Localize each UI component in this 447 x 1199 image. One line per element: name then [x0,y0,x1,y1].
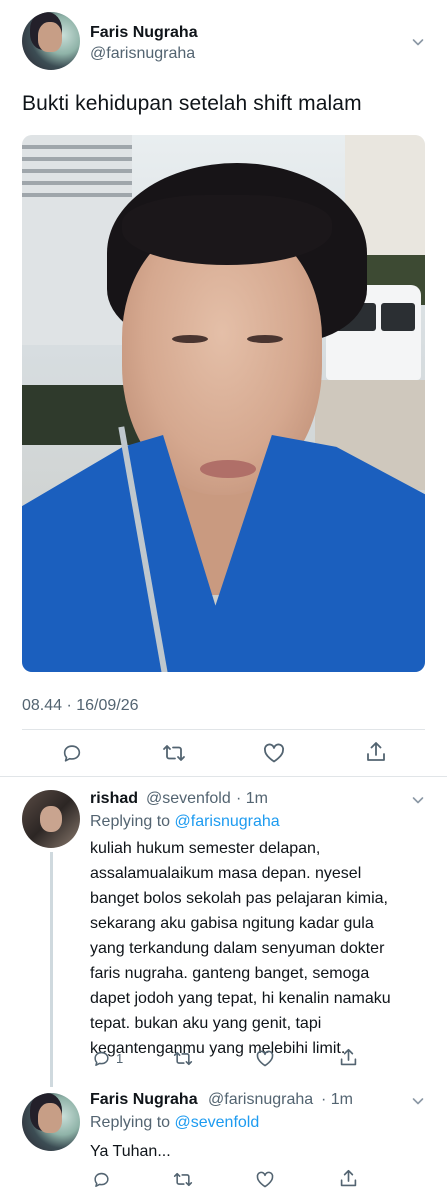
author-handle[interactable]: @farisnugraha [90,45,195,63]
share-button[interactable] [365,740,387,764]
reply-text-line: assalamualaikum masa depan. nyesel [90,865,362,882]
divider [22,729,425,730]
share-icon [340,1048,357,1066]
retweet-icon [173,1172,193,1187]
tweet-photo[interactable] [22,135,425,672]
retweet-icon [173,1051,193,1066]
replying-prefix: Replying to [90,813,171,830]
reply-text: kuliah hukum semester delapan, assalamua… [90,836,391,1061]
reply-text: Ya Tuhan... [90,1139,171,1164]
main-tweet: Faris Nugraha @farisnugraha Bukti kehidu… [0,0,447,778]
reply-text-line: tepat. bukan aku yang genit, tapi [90,1015,322,1032]
divider [0,776,447,777]
reply-avatar-rishad[interactable] [22,790,80,848]
share-icon [367,742,385,761]
tweet-text: Bukti kehidupan setelah shift malam [22,92,362,115]
reply-text-line: kuliah hukum semester delapan, [90,840,321,857]
reply-text-line: sekarang aku gabisa ngitung kadar gula [90,915,374,932]
chevron-down-icon[interactable] [412,36,424,48]
reply-icon [63,745,81,762]
retweet-icon [163,745,185,761]
reply-avatar-faris[interactable] [22,1093,80,1151]
like-button[interactable] [262,742,286,764]
reply-time: · 1m [236,790,268,807]
reply-author-handle[interactable]: @sevenfold [146,790,231,808]
chevron-down-icon[interactable] [412,794,424,806]
replying-to-link[interactable]: @farisnugraha [175,813,280,830]
tweet-timestamp[interactable]: 08.44 · 16/09/26 [22,697,139,715]
reply-author-handle[interactable]: @farisnugraha [208,1091,313,1109]
like-icon [256,1050,274,1067]
like-icon [256,1171,274,1188]
reply-button[interactable]: 1 [92,1049,123,1068]
replying-to: Replying to @sevenfold [90,1114,259,1132]
reply-text-line: yang terkandung dalam senyuman dokter [90,940,385,957]
reply-count: 1 [116,1051,124,1066]
share-button[interactable] [339,1047,358,1068]
retweet-button[interactable] [173,1170,193,1189]
like-button[interactable] [255,1049,275,1068]
reply-button[interactable] [92,1170,111,1189]
retweet-button[interactable] [173,1049,193,1068]
reply-text-line: Ya Tuhan... [90,1143,171,1160]
replying-prefix: Replying to [90,1114,171,1131]
author-avatar[interactable] [22,12,80,70]
chevron-down-icon[interactable] [412,1095,424,1107]
author-name[interactable]: Faris Nugraha [90,24,198,42]
reply-button[interactable] [61,742,83,764]
replying-to: Replying to @farisnugraha [90,813,280,831]
retweet-button[interactable] [162,742,186,764]
thread-line [50,852,53,1087]
reply-icon [94,1172,109,1187]
reply-author-name[interactable]: rishad [90,790,138,808]
reply-text-line: banget bolos sekolah pas pelajaran kimia… [90,890,388,907]
like-button[interactable] [255,1170,275,1189]
share-button[interactable] [339,1168,358,1189]
replying-to-link[interactable]: @sevenfold [175,1114,260,1131]
reply-text-line: dapet jodoh yang tepat, hi kenalin namak… [90,990,391,1007]
reply-text-line: faris nugraha. ganteng banget, semoga [90,965,370,982]
reply-time: · 1m [321,1091,353,1108]
reply-author-name[interactable]: Faris Nugraha [90,1091,198,1109]
share-icon [340,1169,357,1187]
reply-icon [94,1051,109,1066]
like-icon [263,743,285,763]
